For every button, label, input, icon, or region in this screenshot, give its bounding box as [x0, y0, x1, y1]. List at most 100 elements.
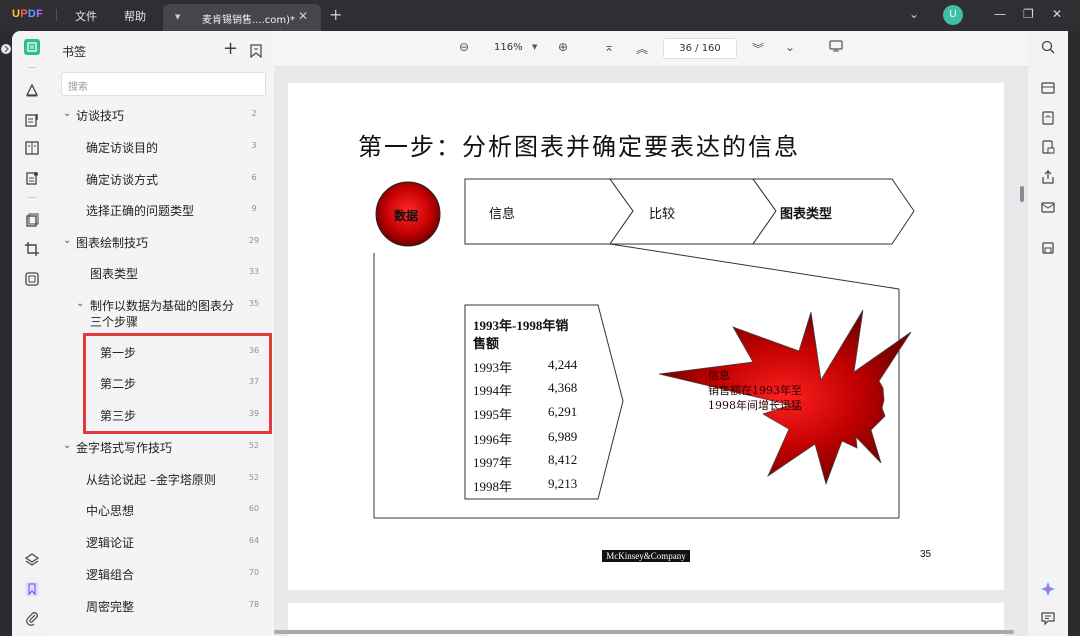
layers-icon[interactable] [24, 552, 40, 568]
form-icon[interactable] [24, 170, 40, 186]
right-tool-rail [1028, 31, 1068, 636]
view-toolbar: ⊖ 116% ▼ ⊕ ⌅ ︽ 36 / 160 ︾ ⌄ [274, 31, 1028, 67]
email-icon[interactable] [1040, 199, 1056, 215]
table-title: 售额 [473, 336, 500, 351]
edit-pdf-icon[interactable] [24, 112, 40, 128]
comment-icon[interactable] [1040, 610, 1056, 626]
bookmark-settings-icon[interactable] [250, 43, 262, 59]
bookmark-item[interactable]: 选择正确的问题类型 9 [52, 203, 274, 231]
previous-page-icon[interactable]: ︽ [636, 40, 648, 57]
chevron-down-icon[interactable]: ⌄ [76, 298, 84, 309]
menu-file[interactable]: 文件 [75, 8, 97, 24]
organize-pages-icon[interactable] [24, 212, 40, 228]
search-icon[interactable] [1040, 39, 1056, 55]
protect-icon[interactable] [1040, 139, 1056, 155]
ocr-icon[interactable] [1040, 80, 1056, 96]
close-window-icon[interactable]: ✕ [1052, 7, 1062, 21]
table-year: 1994年 [473, 383, 513, 398]
chevron-down-icon[interactable]: ⌄ [63, 235, 71, 246]
bookmark-icon[interactable] [24, 581, 40, 597]
save-icon[interactable] [1040, 240, 1056, 256]
page-number-field[interactable]: 36 / 160 [663, 38, 737, 59]
share-icon[interactable] [1040, 169, 1056, 185]
table-value: 6,291 [548, 404, 578, 419]
zoom-out-icon[interactable]: ⊖ [459, 40, 469, 54]
crop-icon[interactable] [24, 241, 40, 257]
selection-highlight-box [83, 333, 272, 434]
chevron-label: 图表类型 [780, 207, 833, 222]
title-bar: UPDF 文件 帮助 ▼ 麦肯锡销售....com)* ✕ + ⌄ U — ❐ … [0, 0, 1080, 31]
table-year: 1998年 [473, 479, 513, 494]
table-value: 6,989 [548, 429, 578, 444]
document-tab[interactable]: ▼ 麦肯锡销售....com)* ✕ [163, 4, 321, 31]
collapse-rail-icon[interactable] [0, 40, 12, 54]
new-tab-button[interactable]: + [329, 5, 342, 24]
chevron-down-icon[interactable]: ⌄ [909, 7, 919, 21]
chevron-compare [609, 178, 777, 245]
bookmark-item[interactable]: 从结论说起 –金字塔原则 52 [52, 472, 274, 500]
title-separator [56, 9, 57, 21]
window-edge [1068, 31, 1080, 636]
rail-divider [28, 197, 36, 198]
bookmark-item[interactable]: 逻辑论证 64 [52, 535, 274, 563]
convert-icon[interactable] [1040, 110, 1056, 126]
panel-title: 书签 [62, 45, 87, 59]
slide-diagram [373, 178, 915, 519]
bookmark-item[interactable]: 中心思想 60 [52, 503, 274, 531]
table-value: 9,213 [548, 476, 578, 491]
table-year: 1997年 [473, 455, 513, 470]
table-title: 1993年-1998年销 [473, 318, 569, 333]
add-bookmark-button[interactable]: + [223, 38, 238, 59]
bookmark-item[interactable]: ⌄ 金字塔式写作技巧 52 [52, 440, 274, 468]
updf-logo: UPDF [12, 8, 44, 20]
table-value: 4,244 [548, 357, 578, 372]
table-value: 8,412 [548, 452, 578, 467]
menu-help[interactable]: 帮助 [124, 8, 146, 24]
page-layout-icon[interactable] [24, 140, 40, 156]
bookmark-item[interactable]: 确定访谈目的 3 [52, 140, 274, 168]
slide-page-number: 35 [920, 549, 932, 560]
combine-icon[interactable] [24, 271, 40, 287]
bookmark-item[interactable]: 确定访谈方式 6 [52, 172, 274, 200]
ai-assistant-icon[interactable] [1040, 581, 1056, 597]
bookmark-item[interactable]: ⌄ 制作以数据为基础的图表分 三个步骤 35 [52, 298, 274, 332]
table-value: 4,368 [548, 380, 578, 395]
vertical-scrollbar[interactable] [1020, 186, 1024, 202]
rail-divider [28, 67, 36, 68]
last-page-icon[interactable]: ⌄ [785, 40, 795, 54]
bookmark-item[interactable]: 周密完整 78 [52, 599, 274, 627]
bookmark-search-input[interactable]: 搜索 [61, 72, 266, 96]
tab-dropdown-icon[interactable]: ▼ [175, 13, 180, 21]
minimize-icon[interactable]: — [994, 7, 1006, 21]
zoom-level[interactable]: 116% [494, 42, 523, 53]
bookmark-item[interactable]: ⌄ 访谈技巧 2 [52, 108, 274, 136]
tab-title: 麦肯锡销售....com)* [202, 15, 295, 26]
mckinsey-logo: McKinsey&Company [602, 550, 690, 562]
avatar[interactable]: U [943, 5, 963, 25]
next-page-icon[interactable]: ︾ [752, 40, 764, 57]
table-year: 1996年 [473, 432, 513, 447]
first-page-icon[interactable]: ⌅ [604, 40, 614, 54]
bookmark-item[interactable]: ⌄ 图表绘制技巧 29 [52, 235, 274, 263]
zoom-dropdown-icon[interactable]: ▼ [532, 43, 537, 51]
chevron-label: 比较 [649, 207, 676, 222]
horizontal-scrollbar[interactable] [274, 630, 1014, 634]
table-year: 1995年 [473, 407, 513, 422]
bookmark-item[interactable]: 图表类型 33 [52, 266, 274, 294]
star-text: 信息 销售额在1993年至 1998年间增长迅猛 [708, 369, 802, 412]
chevron-label: 信息 [489, 207, 516, 222]
document-viewport[interactable]: 第一步：分析图表并确定要表达的信息 数据 信息 比较 图表类型 1993年-19… [274, 67, 1028, 636]
zoom-in-icon[interactable]: ⊕ [558, 40, 568, 54]
chevron-down-icon[interactable]: ⌄ [63, 440, 71, 451]
chevron-chart-type [752, 178, 915, 245]
chevron-down-icon[interactable]: ⌄ [63, 108, 71, 119]
reader-mode-icon[interactable] [24, 39, 40, 55]
highlight-icon[interactable] [24, 82, 40, 98]
bookmark-item[interactable]: 逻辑组合 70 [52, 567, 274, 595]
pdf-page: 第一步：分析图表并确定要表达的信息 数据 信息 比较 图表类型 1993年-19… [288, 83, 1004, 590]
left-tool-rail [12, 31, 52, 636]
attachment-icon[interactable] [24, 610, 40, 626]
tab-close-icon[interactable]: ✕ [298, 9, 308, 23]
presentation-icon[interactable] [829, 40, 843, 55]
restore-icon[interactable]: ❐ [1023, 7, 1034, 21]
